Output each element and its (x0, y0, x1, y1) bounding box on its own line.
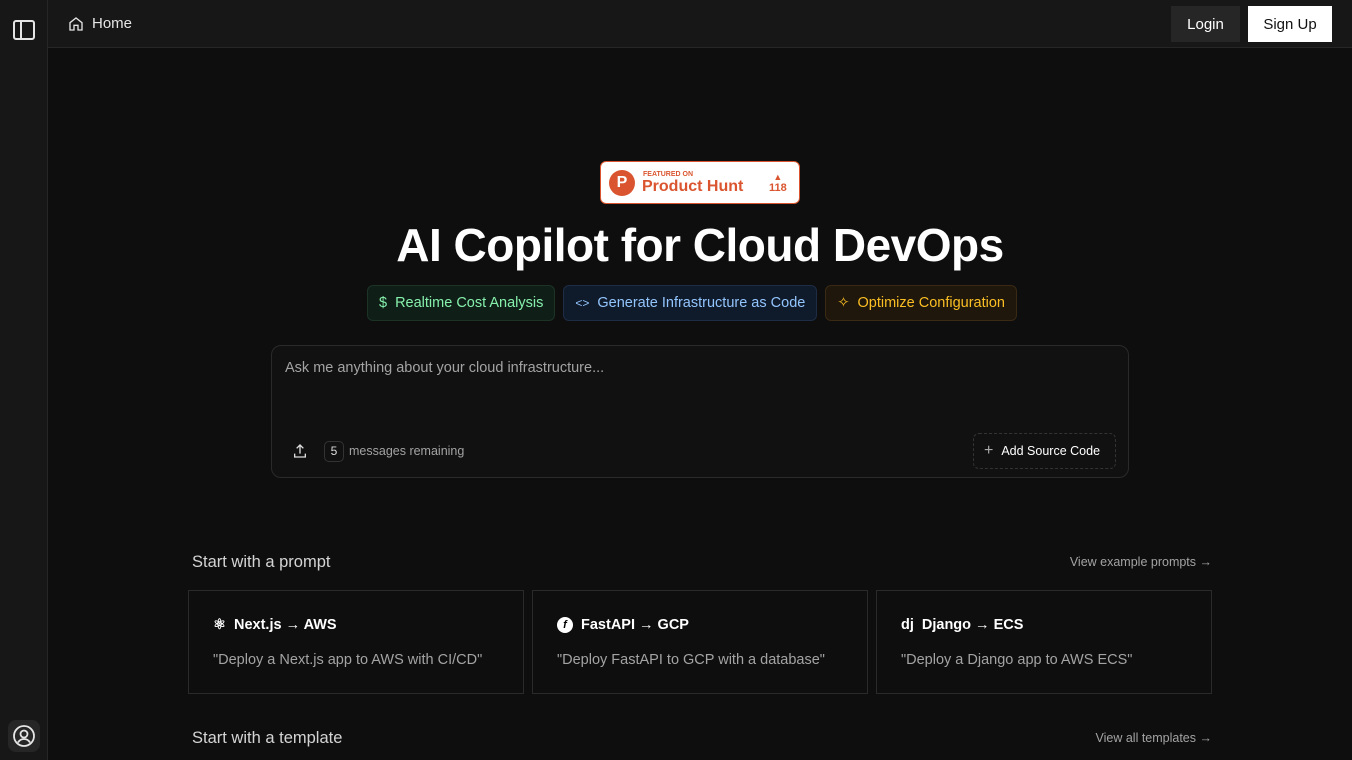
messages-count: 5 (324, 441, 344, 462)
home-link[interactable]: Home (68, 15, 132, 32)
card-title: FastAPI → GCP (581, 617, 689, 633)
card-title: Django → ECS (921, 617, 1024, 633)
feature-chips: $ Realtime Cost Analysis <> Generate Infra… (367, 285, 1017, 321)
card-description: "Deploy a Next.js app to AWS with CI/CD" (213, 652, 483, 668)
sidebar (0, 0, 48, 760)
code-icon: <> (575, 296, 590, 310)
card-description: "Deploy FastAPI to GCP with a database" (557, 652, 825, 668)
badge-featured-text: FEATURED ON (643, 171, 694, 178)
login-button[interactable]: Login (1171, 6, 1240, 42)
chip-optimize[interactable]: ✧ Optimize Configuration (825, 285, 1017, 321)
dollar-icon: $ (379, 295, 388, 311)
upload-icon[interactable] (292, 443, 308, 459)
upvote-arrow-icon: ▲ (773, 172, 783, 182)
fastapi-icon: f (557, 617, 573, 633)
badge-name: Product Hunt (642, 178, 744, 195)
template-section-title: Start with a template (192, 729, 343, 747)
react-icon: ⚛ (213, 617, 226, 633)
sparkle-icon: ✧ (837, 295, 850, 311)
chip-label: Optimize Configuration (857, 295, 1005, 311)
home-label: Home (92, 15, 133, 32)
add-source-code-button[interactable]: + Add Source Code (973, 433, 1116, 469)
top-header: Home Login Sign Up (48, 0, 1352, 48)
chip-iac[interactable]: <> Generate Infrastructure as Code (563, 285, 818, 321)
user-avatar-button[interactable] (8, 720, 40, 752)
prompt-input[interactable] (285, 360, 1085, 376)
view-example-prompts-link[interactable]: View example prompts → (1070, 555, 1212, 569)
view-all-templates-link[interactable]: View all templates → (1096, 731, 1213, 745)
prompt-box: 5 messages remaining + Add Source Code (271, 345, 1129, 478)
card-description: "Deploy a Django app to AWS ECS" (901, 652, 1133, 668)
chip-label: Realtime Cost Analysis (395, 295, 544, 311)
prompt-card-fastapi[interactable]: f FastAPI → GCP "Deploy FastAPI to GCP wi… (532, 590, 868, 694)
badge-upvotes: ▲ 118 (769, 172, 787, 194)
badge-count: 118 (769, 182, 787, 194)
user-icon (13, 725, 35, 747)
plus-icon: + (984, 442, 994, 459)
chip-label: Generate Infrastructure as Code (597, 295, 806, 311)
prompt-section-title: Start with a prompt (192, 553, 331, 571)
page-title: AI Copilot for Cloud DevOps (396, 219, 1004, 271)
django-icon: dj (901, 617, 914, 633)
card-title: Next.js → AWS (234, 617, 337, 633)
home-icon (69, 16, 83, 31)
prompt-card-nextjs[interactable]: ⚛ Next.js → AWS "Deploy a Next.js app to … (188, 590, 524, 694)
product-hunt-badge[interactable]: P FEATURED ON Product Hunt ▲ 118 (600, 161, 800, 204)
signup-button[interactable]: Sign Up (1248, 6, 1332, 42)
prompt-card-django[interactable]: dj Django → ECS "Deploy a Django app to A… (876, 590, 1212, 694)
add-source-label: Add Source Code (1001, 444, 1101, 458)
messages-remaining-label: messages remaining (349, 444, 465, 458)
sidebar-toggle-icon[interactable] (13, 20, 35, 40)
product-hunt-logo-icon: P (609, 170, 635, 196)
chip-cost-analysis[interactable]: $ Realtime Cost Analysis (367, 285, 556, 321)
